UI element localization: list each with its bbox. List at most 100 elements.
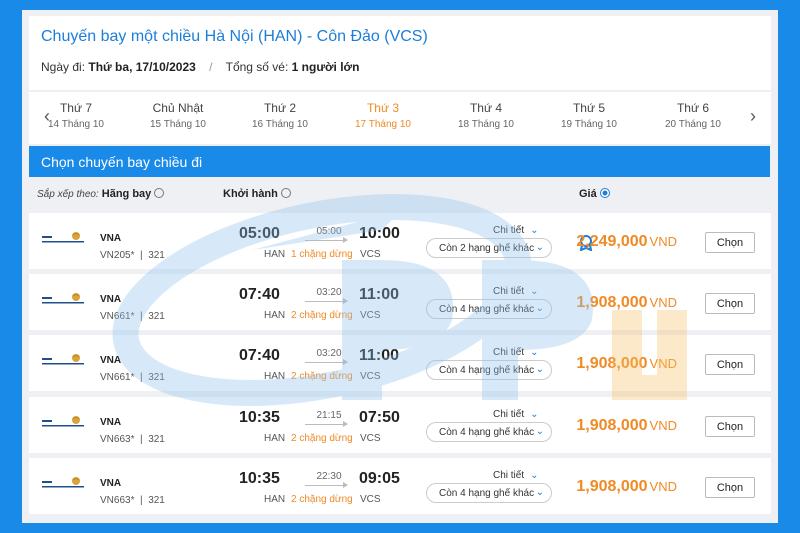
search-summary: Chuyến bay một chiều Hà Nội (HAN) - Côn … <box>29 16 771 90</box>
choose-button[interactable]: Chọn <box>705 477 755 498</box>
price-value: 1,908,000 <box>576 417 648 434</box>
detail-link[interactable]: Chi tiết ⌄ <box>493 470 539 481</box>
arrival-time: 11:00 <box>359 286 400 303</box>
sort-label: Sắp xếp theo: <box>37 189 99 200</box>
currency: VND <box>649 479 677 494</box>
chevron-down-icon: ⌄ <box>530 470 539 481</box>
date-tab-3[interactable]: Thứ 3 17 Tháng 10 <box>343 101 423 130</box>
date-tab-5[interactable]: Thứ 5 19 Tháng 10 <box>549 101 629 130</box>
date-tab-6[interactable]: Thứ 6 20 Tháng 10 <box>653 101 733 130</box>
day-name: Thứ 6 <box>676 101 710 115</box>
airline-name: VNA <box>100 478 122 489</box>
chevron-right-icon[interactable]: › <box>743 106 763 127</box>
date-tab-1[interactable]: Chủ Nhật 15 Tháng 10 <box>138 101 218 130</box>
flight-duration: 03:20 <box>316 348 342 359</box>
flight-duration: 21:15 <box>316 410 342 421</box>
seat-class-label: Còn 2 hạng ghế khác <box>439 243 535 254</box>
arrival-time: 11:00 <box>359 347 400 364</box>
date-tab-0[interactable]: Thứ 7 14 Tháng 10 <box>36 101 116 130</box>
sort-departure-label: Khởi hành <box>223 188 278 200</box>
day-name: Thứ 4 <box>469 101 503 115</box>
seat-class-dropdown[interactable]: Còn 4 hạng ghế khác ⌄ <box>426 422 552 442</box>
chevron-down-icon: ⌄ <box>530 409 539 420</box>
page-title: Chuyến bay một chiều Hà Nội (HAN) - Côn … <box>41 28 428 45</box>
arrival-airport: VCS <box>360 310 381 321</box>
detail-link[interactable]: Chi tiết ⌄ <box>493 225 539 236</box>
date-tab-4[interactable]: Thứ 4 18 Tháng 10 <box>446 101 526 130</box>
detail-label: Chi tiết <box>493 225 525 236</box>
choose-button[interactable]: Chọn <box>705 293 755 314</box>
date-value: Thứ ba, 17/10/2023 <box>88 60 196 74</box>
aircraft-type: 321 <box>148 495 165 506</box>
choose-button[interactable]: Chọn <box>705 416 755 437</box>
flight-row: VNA VN205* | 321 05:00 HAN 05:00 1 chặng… <box>29 213 771 269</box>
chevron-down-icon: ⌄ <box>535 364 544 375</box>
detail-link[interactable]: Chi tiết ⌄ <box>493 286 539 297</box>
flight-code: VN661* | 321 <box>100 311 165 322</box>
flight-number: VN661* <box>100 311 135 322</box>
aircraft-type: 321 <box>148 434 165 445</box>
flight-code: VN661* | 321 <box>100 372 165 383</box>
seat-class-dropdown[interactable]: Còn 2 hạng ghế khác ⌄ <box>426 238 552 258</box>
flight-row: VNA VN663* | 321 10:35 HAN 21:15 2 chặng… <box>29 397 771 453</box>
choose-button[interactable]: Chọn <box>705 354 755 375</box>
flight-number: VN663* <box>100 495 135 506</box>
currency: VND <box>649 295 677 310</box>
price-value: 1,908,000 <box>576 478 648 495</box>
seat-class-label: Còn 4 hạng ghế khác <box>439 304 535 315</box>
flight-duration: 03:20 <box>316 287 342 298</box>
arrival-airport: VCS <box>360 494 381 505</box>
arrival-time: 10:00 <box>359 225 400 242</box>
chevron-down-icon: ⌄ <box>535 303 544 314</box>
seat-class-dropdown[interactable]: Còn 4 hạng ghế khác ⌄ <box>426 299 552 319</box>
aircraft-type: 321 <box>148 372 165 383</box>
price: 1,908,000 VND <box>576 478 677 496</box>
seat-class-label: Còn 4 hạng ghế khác <box>439 427 535 438</box>
choose-button[interactable]: Chọn <box>705 232 755 253</box>
stops-info: 2 chặng dừng <box>291 371 353 382</box>
radio-departure[interactable] <box>280 188 291 198</box>
departure-time: 05:00 <box>239 225 280 242</box>
airline-name: VNA <box>100 355 122 366</box>
chevron-down-icon: ⌄ <box>535 487 544 498</box>
seat-class-dropdown[interactable]: Còn 4 hạng ghế khác ⌄ <box>426 483 552 503</box>
route-arrow-icon <box>305 359 348 365</box>
day-date: 18 Tháng 10 <box>458 119 514 130</box>
flight-search-panel: Chuyến bay một chiều Hà Nội (HAN) - Côn … <box>22 10 778 523</box>
chevron-down-icon: ⌄ <box>530 286 539 297</box>
day-name: Thứ 5 <box>572 101 606 115</box>
price: 1,908,000 VND <box>576 294 677 312</box>
sort-bar: Sắp xếp theo: Hãng bay Khởi hành Giá <box>29 180 771 208</box>
day-name: Chủ Nhật <box>152 101 204 115</box>
flight-row: VNA VN663* | 321 10:35 HAN 22:30 2 chặng… <box>29 458 771 514</box>
sort-by-departure[interactable]: Khởi hành <box>223 188 291 200</box>
sort-by-price[interactable]: Giá <box>579 188 610 200</box>
route-arrow-icon <box>305 298 348 304</box>
chevron-down-icon: ⌄ <box>530 347 539 358</box>
flight-code: VN663* | 321 <box>100 495 165 506</box>
tickets-value: 1 người lớn <box>291 60 360 74</box>
day-date: 16 Tháng 10 <box>252 119 308 130</box>
radio-price[interactable] <box>599 188 610 198</box>
radio-airline[interactable] <box>154 188 165 198</box>
arrival-airport: VCS <box>360 371 381 382</box>
detail-link[interactable]: Chi tiết ⌄ <box>493 409 539 420</box>
flight-row: VNA VN661* | 321 07:40 HAN 03:20 2 chặng… <box>29 274 771 330</box>
sort-by-airline[interactable]: Sắp xếp theo: Hãng bay <box>37 188 165 200</box>
detail-link[interactable]: Chi tiết ⌄ <box>493 347 539 358</box>
aircraft-type: 321 <box>148 250 165 261</box>
departure-time: 10:35 <box>239 470 280 487</box>
day-name: Thứ 3 <box>366 101 400 115</box>
seat-class-label: Còn 4 hạng ghế khác <box>439 488 535 499</box>
sort-airline-label: Hãng bay <box>101 188 152 200</box>
flight-number: VN205* <box>100 250 135 261</box>
detail-label: Chi tiết <box>493 409 525 420</box>
date-tab-2[interactable]: Thứ 2 16 Tháng 10 <box>240 101 320 130</box>
trip-meta: Ngày đi: Thứ ba, 17/10/2023 / Tổng số vé… <box>41 60 359 74</box>
day-name: Thứ 2 <box>263 101 297 115</box>
flight-number: VN661* <box>100 372 135 383</box>
airline-name: VNA <box>100 417 122 428</box>
price-value: 1,908,000 <box>576 294 648 311</box>
aircraft-type: 321 <box>148 311 165 322</box>
seat-class-dropdown[interactable]: Còn 4 hạng ghế khác ⌄ <box>426 360 552 380</box>
